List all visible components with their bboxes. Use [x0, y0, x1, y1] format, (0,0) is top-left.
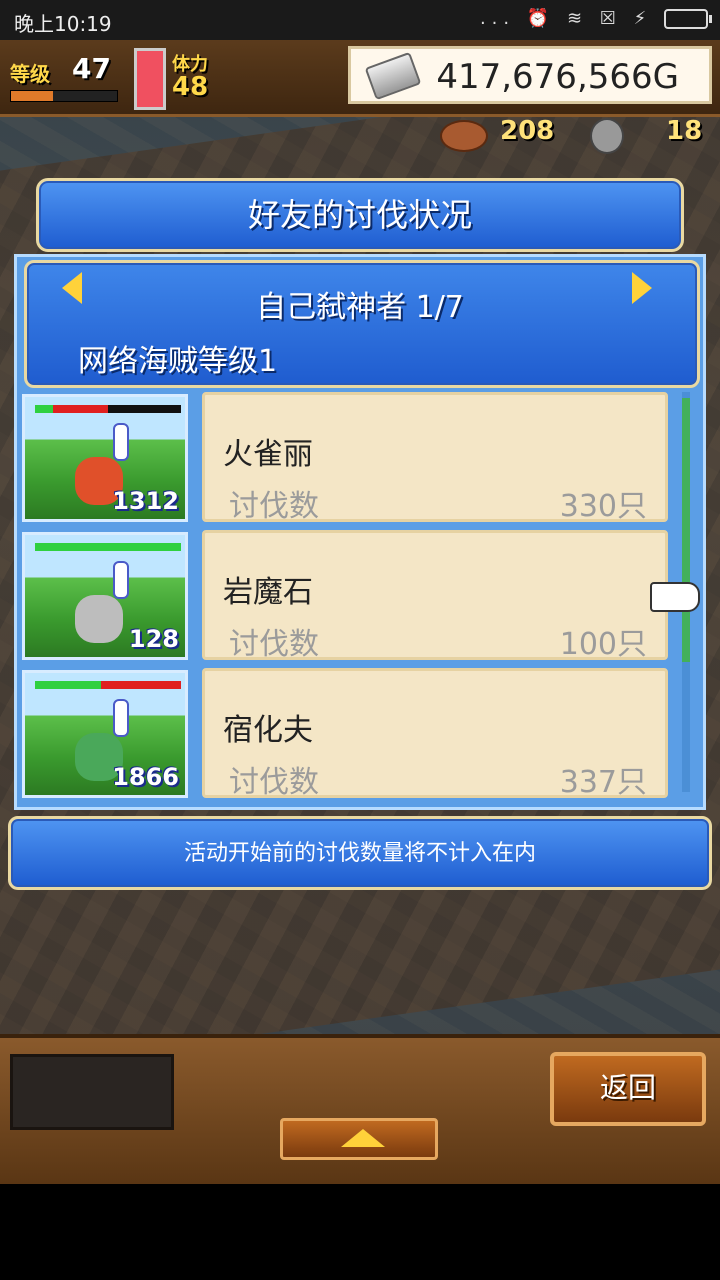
coin-icon [590, 118, 624, 154]
hp-bar [35, 681, 181, 689]
marker-icon [113, 423, 129, 461]
empty-slot [10, 1054, 174, 1130]
monster-card[interactable]: 火雀丽 讨伐数 330只 [202, 392, 668, 524]
kill-count: 337只 [559, 765, 647, 800]
gold-amount: 417,676,566G [436, 57, 679, 97]
kill-count: 100只 [559, 627, 647, 662]
clock: 晚上10:19 [14, 12, 112, 36]
level-label: 等级 [10, 62, 50, 86]
resource-2-value: 18 [666, 116, 703, 146]
player-level: 网络海贼等级1 [78, 344, 278, 379]
monster-name: 火雀丽 [223, 437, 313, 472]
dialog-title-bar: 好友的讨伐状况 [36, 178, 684, 252]
scrollbar-thumb[interactable] [682, 398, 690, 662]
monster-power: 1866 [112, 763, 179, 791]
stamina-gauge [134, 48, 166, 110]
gold-display: 417,676,566G [348, 46, 712, 104]
marker-icon [113, 561, 129, 599]
status-bar: 晚上10:19 ... ⏰ ≋ ☒ ⚡ [0, 0, 720, 40]
monster-card[interactable]: 宿化夫 讨伐数 337只 [202, 668, 668, 800]
monster-name: 岩魔石 [223, 575, 313, 610]
kill-label: 讨伐数 [229, 627, 319, 662]
kill-label: 讨伐数 [229, 765, 319, 800]
monster-list[interactable]: 1312 火雀丽 讨伐数 330只 128 岩魔石 讨伐数 100只 1866 … [20, 390, 680, 802]
hp-bar-green [35, 543, 181, 551]
list-item[interactable]: 1866 宿化夫 讨伐数 337只 [20, 668, 680, 800]
pointer-hand-icon [650, 582, 700, 612]
marker-icon [113, 699, 129, 737]
medal-icon [440, 120, 488, 152]
hp-bar [35, 543, 181, 551]
monster-thumbnail: 1312 [22, 394, 188, 522]
level-progress-fill [11, 91, 54, 101]
status-icons: ... ⏰ ≋ ☒ ⚡ [479, 8, 712, 29]
stamina-value: 48 [172, 72, 209, 102]
list-item[interactable]: 1312 火雀丽 讨伐数 330只 [20, 392, 680, 524]
monster-thumbnail: 1866 [22, 670, 188, 798]
back-button[interactable]: 返回 [550, 1052, 706, 1126]
notice-bar: 活动开始前的讨伐数量将不计入在内 [8, 816, 712, 890]
gold-bar-icon [364, 51, 422, 101]
hp-bar [35, 405, 181, 413]
player-name: 自己弑神者 1/7 [256, 290, 464, 325]
battery-icon [664, 9, 712, 29]
monster-power: 128 [128, 625, 179, 653]
status-icons-text: ... ⏰ ≋ ☒ ⚡ [479, 8, 653, 29]
rock-golem-icon [75, 595, 123, 643]
monster-name: 宿化夫 [223, 713, 313, 748]
list-item[interactable]: 128 岩魔石 讨伐数 100只 [20, 530, 680, 662]
resource-row: 208 18 [440, 116, 720, 156]
level-value: 47 [72, 52, 111, 85]
dialog-title: 好友的讨伐状况 [247, 196, 472, 234]
hp-bar-green [35, 405, 53, 413]
resource-1-value: 208 [500, 116, 555, 146]
expand-menu-button[interactable] [280, 1118, 438, 1160]
kill-count: 330只 [559, 489, 647, 524]
kill-label: 讨伐数 [229, 489, 319, 524]
level-progress-bar [10, 90, 118, 102]
back-button-label: 返回 [599, 1071, 656, 1104]
notice-text: 活动开始前的讨伐数量将不计入在内 [183, 841, 536, 866]
monster-thumbnail: 128 [22, 532, 188, 660]
hp-bar-red [52, 405, 108, 413]
monster-card[interactable]: 岩魔石 讨伐数 100只 [202, 530, 668, 662]
monster-power: 1312 [112, 487, 179, 515]
up-arrow-icon [341, 1129, 385, 1147]
hp-bar-red [100, 681, 181, 689]
hp-bar-green [35, 681, 101, 689]
